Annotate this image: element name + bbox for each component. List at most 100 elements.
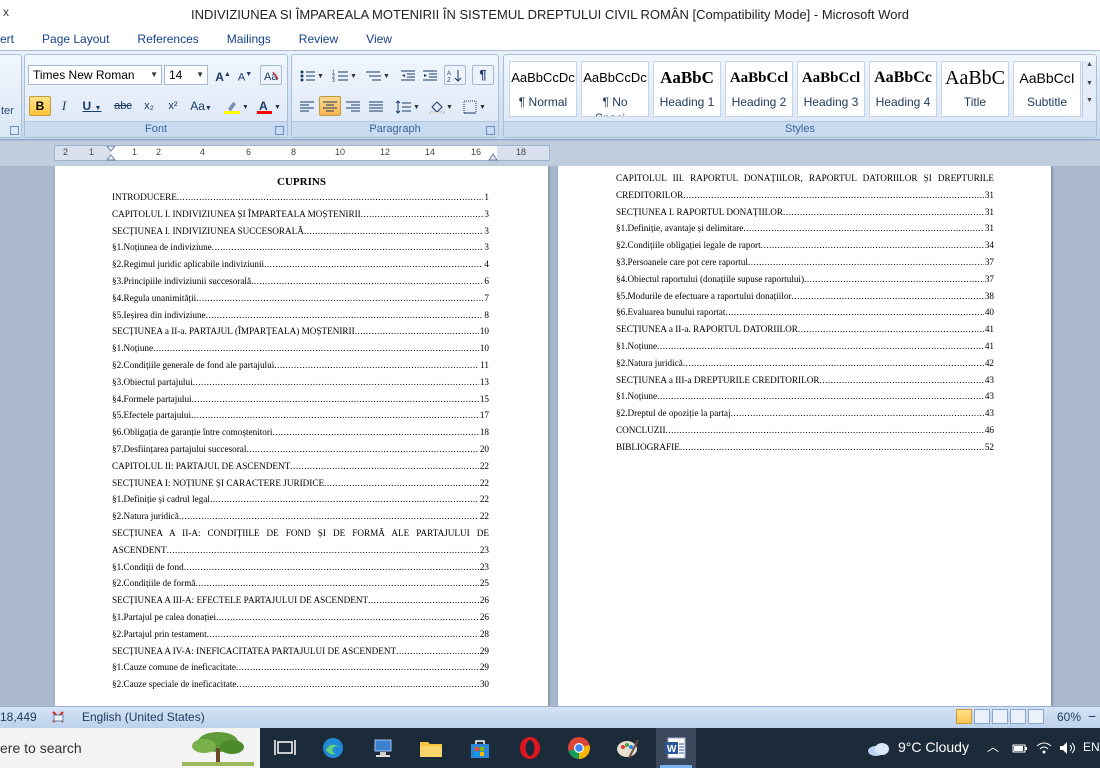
toc-entry[interactable]: BIBLIOGRAFIE 52 [616,439,994,456]
toc-entry[interactable]: §4.Obiectul raportului (donațiile supuse… [616,271,994,288]
microsoft-store-icon[interactable] [467,736,493,760]
toc-entry[interactable]: §5.Modurile de efectuare a raportului do… [616,288,994,305]
toc-entry[interactable]: CAPITOLUL I. INDIVIZIUNEA ȘI ÎMPARTEALA … [112,206,489,223]
toc-entry[interactable]: §6.Obligația de garanție între comoșteni… [112,424,489,441]
volume-icon[interactable] [1058,740,1078,756]
taskbar-search[interactable]: ere to search [0,728,260,768]
style-normal[interactable]: AaBbCcDc ¶ Normal [509,61,577,117]
toc-entry[interactable]: §2.Natura juridică 42 [616,355,994,372]
font-name-dropdown[interactable]: Times New Roman ▼ [28,65,162,85]
sort-button[interactable]: AZ [444,65,466,85]
tab-references[interactable]: References [121,28,210,50]
decrease-indent-button[interactable] [398,65,418,85]
toc-entry[interactable]: §1.Noțiune 43 [616,388,994,405]
toc-entry[interactable]: SECȚIUNEA I. RAPORTUL DONAȚIILOR 31 [616,204,994,221]
document-page-1[interactable]: CUPRINS INTRODUCERE 1 CAPITOLUL I. INDIVIZ… [55,166,548,706]
toc-entry[interactable]: §3.Persoanele care pot cere raportul 37 [616,254,994,271]
shading-button[interactable]: ▼ [426,96,456,116]
superscript-button[interactable]: x² [162,96,184,116]
language-indicator[interactable]: English (United States) [82,710,205,724]
style-subtitle[interactable]: AaBbCcI Subtitle [1013,61,1081,117]
underline-button[interactable]: U ▼ [77,96,107,116]
toc-entry[interactable]: §2.Condițiile de formă 25 [112,575,489,592]
file-explorer-icon[interactable] [418,736,444,760]
weather-text[interactable]: 9°C Cloudy [898,739,969,755]
full-screen-reading-view-button[interactable] [974,709,990,724]
toc-entry[interactable]: CONCLUZII 46 [616,422,994,439]
style-title[interactable]: AaBbC Title [941,61,1009,117]
tab-mailings[interactable]: Mailings [211,28,283,50]
toc-entry[interactable]: §1.Noțiune 10 [112,340,489,357]
toc-entry[interactable]: SECȚIUNEA A IV-A: INEFICACITATEA PARTAJU… [112,643,489,660]
multilevel-list-button[interactable]: ▼ [362,65,392,85]
toc-entry[interactable]: §4.Regula unanimității 7 [112,290,489,307]
toc-entry[interactable]: §1.Condiții de fond 23 [112,559,489,576]
strikethrough-button[interactable]: abc [110,96,136,116]
paint-icon[interactable] [615,736,641,760]
toc-entry[interactable]: §2.Condițiile generale de fond ale parta… [112,357,489,374]
toc-entry[interactable]: §1.Definiție, avantaje și delimitare 31 [616,220,994,237]
highlight-button[interactable]: ▼ [220,96,250,116]
paragraph-launcher-icon[interactable] [486,126,495,135]
task-view-icon[interactable] [272,736,298,760]
edge-browser-icon[interactable] [320,736,346,760]
bold-button[interactable]: B [29,96,51,116]
draft-view-button[interactable] [1028,709,1044,724]
show-formatting-button[interactable]: ¶ [472,65,494,85]
toc-entry[interactable]: SECȚIUNEA I. INDIVIZIUNEA SUCCESORALĂ 3 [112,223,489,240]
toc-entry[interactable]: SECȚIUNEA a II-a. PARTAJUL (ÎMPARȚEALA) … [112,323,489,340]
numbering-button[interactable]: 1 2 3 ▼ [329,65,359,85]
align-right-button[interactable] [342,96,364,116]
toc-entry[interactable]: §2.Regimul juridic aplicabile indiviziun… [112,256,489,273]
toc-entry[interactable]: SECȚIUNEA I: NOȚIUNE ȘI CARACTERE JURIDI… [112,475,489,492]
opera-browser-icon[interactable] [517,736,543,760]
toc-entry[interactable]: §2.Partajul prin testament 28 [112,626,489,643]
indent-marker-icon[interactable] [106,146,116,161]
zoom-level[interactable]: 60% [1057,710,1081,724]
cloud-weather-icon[interactable] [866,740,892,758]
toc-entry[interactable]: §1.Noțiune 41 [616,338,994,355]
horizontal-ruler[interactable]: 2 1 1 2 4 6 8 10 12 14 16 18 [54,145,550,161]
toc-entry[interactable]: CAPITOLUL III. RAPORTUL DONAȚIILOR, RAPO… [616,170,994,204]
toc-entry[interactable]: SECȚIUNEA a II-a. RAPORTUL DATORIILOR 41 [616,321,994,338]
font-launcher-icon[interactable] [275,126,284,135]
toc-entry[interactable]: §1.Noțiunea de indiviziune 3 [112,239,489,256]
toc-entry[interactable]: §1.Partajul pe calea donației 26 [112,609,489,626]
italic-button[interactable]: I [53,96,75,116]
toc-entry[interactable]: CAPITOLUL II: PARTAJUL DE ASCENDENT 22 [112,458,489,475]
toc-entry[interactable]: §1.Cauze comune de ineficacitate 29 [112,659,489,676]
toc-entry[interactable]: SECȚIUNEA A II-A: CONDIȚIILE DE FOND ȘI … [112,525,489,559]
toc-entry[interactable]: §5.Efectele partajului 17 [112,407,489,424]
change-case-button[interactable]: Aa▼ [186,96,216,116]
chevron-up-icon[interactable]: ▲ [1083,61,1096,68]
subscript-button[interactable]: x₂ [138,96,160,116]
wifi-icon[interactable] [1035,740,1053,756]
document-area[interactable]: CUPRINS INTRODUCERE 1 CAPITOLUL I. INDIVIZ… [0,166,1100,706]
style-no-spacing[interactable]: AaBbCcDc ¶ No Spaci... [581,61,649,117]
print-layout-view-button[interactable] [956,709,972,724]
proofing-icon[interactable] [50,709,68,725]
more-styles-icon[interactable]: ▼ [1083,97,1096,104]
style-heading-4[interactable]: AaBbCc Heading 4 [869,61,937,117]
tab-review[interactable]: Review [283,28,350,50]
line-spacing-button[interactable]: ▼ [392,96,422,116]
style-heading-1[interactable]: AaBbC Heading 1 [653,61,721,117]
clipboard-launcher-icon[interactable] [10,126,19,135]
word-taskbar-button[interactable]: W [656,728,696,768]
shrink-font-button[interactable]: A▼ [235,65,255,85]
font-color-button[interactable]: A ▼ [253,96,283,116]
toc-entry[interactable]: §2.Cauze speciale de ineficacitate 30 [112,676,489,693]
web-layout-view-button[interactable] [992,709,1008,724]
chevron-up-icon[interactable]: ︿ [987,738,999,755]
font-size-dropdown[interactable]: 14 ▼ [164,65,208,85]
toc-entry[interactable]: §2.Dreptul de opoziție la partaj 43 [616,405,994,422]
align-center-button[interactable] [319,96,341,116]
clear-formatting-button[interactable]: Aa [260,65,282,85]
increase-indent-button[interactable] [420,65,440,85]
style-heading-2[interactable]: AaBbCcl Heading 2 [725,61,793,117]
toc-entry[interactable]: §1.Definiție și cadrul legal 22 [112,491,489,508]
zoom-out-button[interactable]: − [1088,708,1096,724]
tab-view[interactable]: View [350,28,404,50]
toc-entry[interactable]: INTRODUCERE 1 [112,189,489,206]
toc-entry[interactable]: §2.Condițiile obligației legale de rapor… [616,237,994,254]
